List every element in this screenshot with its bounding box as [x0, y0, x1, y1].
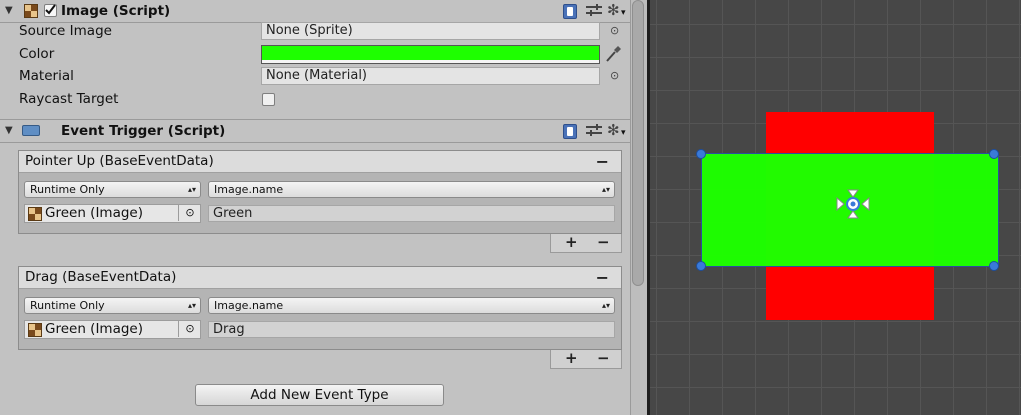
event-2-add-remove-box: + − [550, 349, 622, 369]
pivot-anchor-icon[interactable] [834, 188, 872, 220]
preset-sliders-icon[interactable] [586, 124, 602, 138]
dropdown-arrow-icon: ▴▾ [601, 185, 610, 194]
preset-sliders-icon[interactable] [586, 4, 602, 18]
scene-view[interactable] [650, 0, 1021, 415]
object-picker-icon[interactable]: ⊙ [178, 320, 201, 337]
target-object-value: Green (Image) [45, 205, 143, 221]
gear-caret-icon[interactable]: ▾ [621, 128, 626, 138]
gear-icon[interactable]: ✻ [607, 1, 620, 19]
event-title-bar: Pointer Up (BaseEventData) − [19, 151, 621, 173]
add-new-event-type-button[interactable]: Add New Event Type [195, 384, 444, 406]
source-image-picker-icon[interactable]: ⊙ [610, 24, 619, 37]
target-object-field[interactable]: Green (Image) ⊙ [24, 320, 201, 339]
event-trigger-header[interactable]: ▼ Event Trigger (Script) ✻ ▾ [0, 119, 630, 143]
script-component-icon [22, 125, 40, 136]
function-dropdown-value: Image.name [214, 299, 284, 312]
event-trigger-title: Event Trigger (Script) [61, 123, 226, 139]
remove-event-button[interactable]: − [596, 151, 609, 172]
event-entry-drag: Drag (BaseEventData) − Runtime Only ▴▾ I… [18, 266, 622, 350]
add-listener-button[interactable]: + [565, 233, 578, 251]
help-book-icon[interactable] [563, 4, 577, 19]
runtime-dropdown-value: Runtime Only [30, 299, 105, 312]
rect-handle-top-right[interactable] [989, 149, 999, 159]
object-picker-icon[interactable]: ⊙ [178, 204, 201, 221]
string-argument-field[interactable]: Drag [208, 321, 615, 338]
eyedropper-icon[interactable] [604, 44, 622, 64]
dropdown-arrow-icon: ▴▾ [187, 185, 196, 194]
material-label: Material [19, 68, 74, 84]
material-field[interactable]: None (Material) [261, 67, 600, 85]
foldout-arrow-icon[interactable]: ▼ [5, 5, 13, 16]
string-argument-field[interactable]: Green [208, 205, 615, 222]
event-1-add-remove-box: + − [550, 233, 622, 253]
remove-event-button[interactable]: − [596, 267, 609, 288]
function-dropdown[interactable]: Image.name ▴▾ [208, 181, 615, 198]
runtime-dropdown[interactable]: Runtime Only ▴▾ [24, 181, 201, 198]
gear-caret-icon[interactable]: ▾ [621, 8, 626, 18]
inspector-panel: ▼ Image (Script) ✻ ▾ Source Image None (… [0, 0, 630, 415]
scrollbar-thumb[interactable] [632, 0, 644, 286]
rect-handle-top-left[interactable] [696, 149, 706, 159]
image-component-icon [24, 4, 38, 18]
image-enabled-checkbox[interactable] [44, 4, 57, 17]
event-title: Pointer Up (BaseEventData) [25, 153, 214, 169]
dropdown-arrow-icon: ▴▾ [187, 301, 196, 310]
checkmark-icon [45, 4, 56, 15]
color-label: Color [19, 46, 55, 62]
add-listener-button[interactable]: + [565, 349, 578, 367]
remove-listener-button[interactable]: − [597, 349, 610, 367]
image-component-title: Image (Script) [61, 3, 171, 19]
gear-icon[interactable]: ✻ [607, 121, 620, 139]
help-book-icon[interactable] [563, 124, 577, 139]
source-image-field[interactable]: None (Sprite) [261, 22, 600, 40]
remove-listener-button[interactable]: − [597, 233, 610, 251]
image-object-icon [28, 323, 42, 337]
event-title-bar: Drag (BaseEventData) − [19, 267, 621, 289]
runtime-dropdown[interactable]: Runtime Only ▴▾ [24, 297, 201, 314]
raycast-target-label: Raycast Target [19, 91, 119, 107]
event-title: Drag (BaseEventData) [25, 269, 177, 285]
raycast-target-checkbox[interactable] [262, 93, 275, 106]
runtime-dropdown-value: Runtime Only [30, 183, 105, 196]
material-picker-icon[interactable]: ⊙ [610, 69, 619, 82]
rect-handle-bottom-right[interactable] [989, 261, 999, 271]
source-image-label: Source Image [19, 23, 112, 39]
rect-handle-bottom-left[interactable] [696, 261, 706, 271]
function-dropdown-value: Image.name [214, 183, 284, 196]
image-object-icon [28, 207, 42, 221]
dropdown-arrow-icon: ▴▾ [601, 301, 610, 310]
event-entry-pointer-up: Pointer Up (BaseEventData) − Runtime Onl… [18, 150, 622, 234]
target-object-field[interactable]: Green (Image) ⊙ [24, 204, 201, 223]
foldout-arrow-icon[interactable]: ▼ [5, 125, 13, 136]
function-dropdown[interactable]: Image.name ▴▾ [208, 297, 615, 314]
target-object-value: Green (Image) [45, 321, 143, 337]
color-swatch-field[interactable] [261, 45, 600, 64]
image-component-header[interactable]: ▼ Image (Script) ✻ ▾ [0, 0, 630, 23]
